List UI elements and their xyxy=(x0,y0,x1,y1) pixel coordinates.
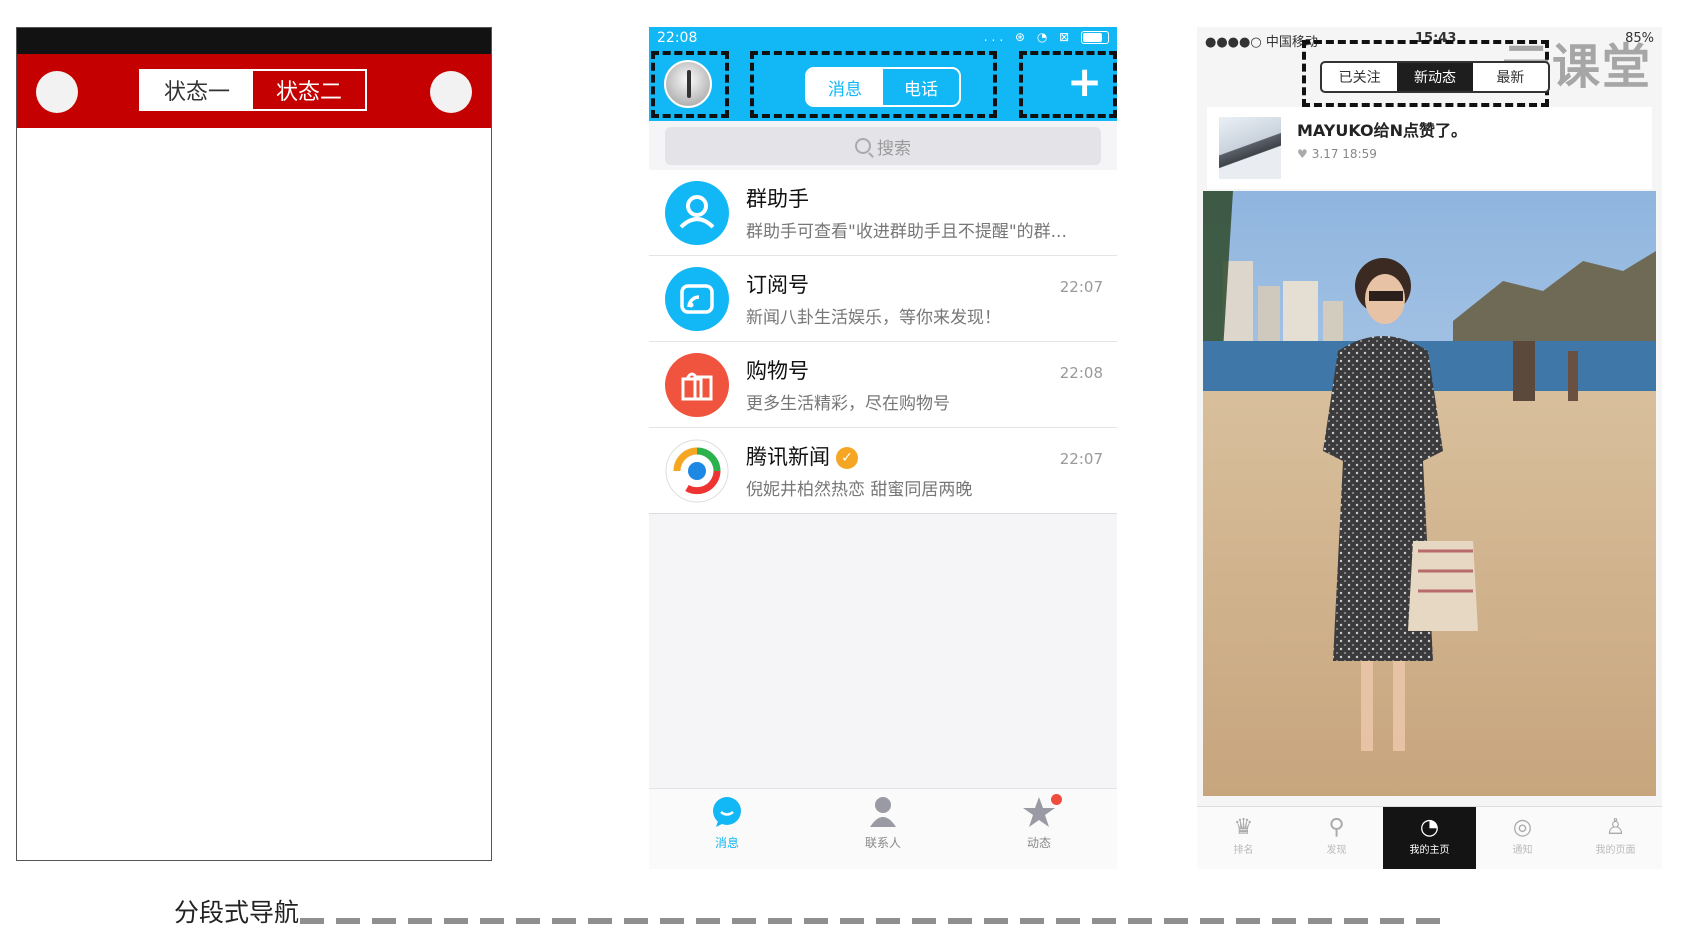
tab-label: 通知 xyxy=(1512,845,1533,856)
chat-preview: 更多生活精彩，尽在购物号 xyxy=(746,394,950,414)
list-item[interactable]: 购物号 更多生活精彩，尽在购物号 22:08 xyxy=(649,342,1117,428)
add-button[interactable]: + xyxy=(1067,60,1102,104)
heart-icon: ♥ xyxy=(1297,147,1308,161)
segment-state-one[interactable]: 状态一 xyxy=(141,71,253,109)
search-icon: ⚲ xyxy=(1328,815,1345,840)
tab-bar-feed[interactable]: 动态 xyxy=(961,789,1117,869)
list-item[interactable]: 订阅号 新闻八卦生活娱乐，等你来发现！ 22:07 xyxy=(649,256,1117,342)
subscription-icon xyxy=(665,267,729,331)
nav-bar: 状态一 状态二 xyxy=(17,54,491,128)
photo-app-screen: ●●●●○ 中国移动 15:43 85% 云课堂 已关注 新动态 最新 MAYU… xyxy=(1197,27,1662,869)
chat-name: 群助手 xyxy=(746,187,809,211)
contacts-icon xyxy=(870,797,896,827)
tab-messages[interactable]: 消息 xyxy=(807,69,883,105)
chat-preview: 新闻八卦生活娱乐，等你来发现！ xyxy=(746,308,1001,328)
activity-time: 3.17 18:59 xyxy=(1311,147,1377,161)
tab-label: 发现 xyxy=(1326,845,1347,856)
beach-photo-image xyxy=(1203,191,1656,796)
tab-discover[interactable]: ⚲ 发现 xyxy=(1290,807,1383,869)
left-nav-button[interactable] xyxy=(36,71,78,113)
segmented-control: 消息 电话 xyxy=(805,67,961,107)
tab-bar-messages[interactable]: 消息 xyxy=(649,789,805,869)
segmented-control: 已关注 新动态 最新 xyxy=(1320,61,1550,93)
tab-new-activity[interactable]: 新动态 xyxy=(1397,63,1473,91)
shopping-bag-icon xyxy=(665,353,729,417)
tab-notifications[interactable]: ◎ 通知 xyxy=(1476,807,1569,869)
rss-feed-icon: ◔ xyxy=(1419,815,1440,840)
status-icons-text: ... ⊛ ◔ ⊠ xyxy=(983,30,1074,44)
profile-avatar[interactable] xyxy=(664,60,712,108)
tab-label: 动态 xyxy=(1026,836,1051,850)
tab-latest[interactable]: 最新 xyxy=(1473,63,1548,91)
status-bar xyxy=(17,28,491,54)
subtitle-strip xyxy=(300,918,1450,924)
tencent-news-icon xyxy=(665,439,729,503)
verified-badge-icon: ✓ xyxy=(836,447,858,469)
activity-time-row: ♥ 3.17 18:59 xyxy=(1297,147,1377,161)
tab-label: 联系人 xyxy=(864,836,901,850)
status-time: 22:08 xyxy=(657,30,698,46)
bottom-tab-bar: 消息 联系人 动态 xyxy=(649,788,1117,869)
crown-icon: ♛ xyxy=(1233,815,1254,840)
tab-ranking[interactable]: ♛ 排名 xyxy=(1197,807,1290,869)
tab-bar-contacts[interactable]: 联系人 xyxy=(805,789,961,869)
person-icon: ♙ xyxy=(1605,815,1626,840)
wireframe-phone: 状态一 状态二 xyxy=(16,27,492,861)
tab-my-home[interactable]: ◔ 我的主页 xyxy=(1383,807,1476,869)
right-nav-button[interactable] xyxy=(430,71,472,113)
tab-label: 我的主页 xyxy=(1409,845,1450,856)
chat-list: 群助手 群助手可查看"收进群助手且不提醒"的群... 订阅号 新闻八卦生活娱乐，… xyxy=(649,170,1117,514)
chat-name-text: 腾讯新闻 xyxy=(746,445,830,469)
list-item[interactable]: 腾讯新闻 ✓ 倪妮井柏然热恋 甜蜜同居两晚 22:07 xyxy=(649,428,1117,514)
search-icon xyxy=(855,138,871,154)
bottom-tab-bar: ♛ 排名 ⚲ 发现 ◔ 我的主页 ◎ 通知 ♙ 我的页面 xyxy=(1197,806,1662,869)
tab-label: 排名 xyxy=(1233,845,1254,856)
segmented-control: 状态一 状态二 xyxy=(139,69,367,111)
group-helper-icon xyxy=(665,181,729,245)
chat-time: 22:07 xyxy=(1059,450,1103,468)
chat-name: 订阅号 xyxy=(746,273,809,297)
chat-preview: 群助手可查看"收进群助手且不提醒"的群... xyxy=(746,222,1067,242)
chat-bubble-icon xyxy=(713,797,741,827)
tab-label: 消息 xyxy=(714,836,739,850)
search-placeholder: 搜索 xyxy=(877,138,911,159)
tab-my-page[interactable]: ♙ 我的页面 xyxy=(1569,807,1662,869)
activity-title: MAYUKO给N点赞了。 xyxy=(1297,121,1468,140)
globe-icon: ◎ xyxy=(1512,815,1533,840)
activity-thumbnail xyxy=(1219,117,1281,179)
status-icons: ... ⊛ ◔ ⊠ xyxy=(984,30,1109,44)
tab-calls[interactable]: 电话 xyxy=(883,69,959,105)
status-carrier: ●●●●○ 中国移动 xyxy=(1205,35,1318,50)
segment-state-two[interactable]: 状态二 xyxy=(253,71,365,109)
tab-following[interactable]: 已关注 xyxy=(1322,63,1397,91)
qq-header: 22:08 ... ⊛ ◔ ⊠ 消息 电话 + xyxy=(649,27,1117,121)
list-item[interactable]: 群助手 群助手可查看"收进群助手且不提醒"的群... xyxy=(649,170,1117,256)
search-bar[interactable]: 搜索 xyxy=(665,127,1101,165)
notification-dot xyxy=(1051,794,1062,805)
activity-item[interactable]: MAYUKO给N点赞了。 ♥ 3.17 18:59 xyxy=(1207,107,1652,189)
chat-name: 购物号 xyxy=(746,359,809,383)
chat-time: 22:08 xyxy=(1059,364,1103,382)
feed-photo[interactable] xyxy=(1203,191,1656,796)
qq-messages-screen: 22:08 ... ⊛ ◔ ⊠ 消息 电话 + 搜索 群助手 群助手可查看"收进… xyxy=(649,27,1117,869)
chat-name: 腾讯新闻 ✓ xyxy=(746,441,858,471)
chat-preview: 倪妮井柏然热恋 甜蜜同居两晚 xyxy=(746,480,973,500)
battery-icon xyxy=(1081,31,1109,44)
chat-time: 22:07 xyxy=(1059,278,1103,296)
tab-label: 我的页面 xyxy=(1595,845,1636,856)
